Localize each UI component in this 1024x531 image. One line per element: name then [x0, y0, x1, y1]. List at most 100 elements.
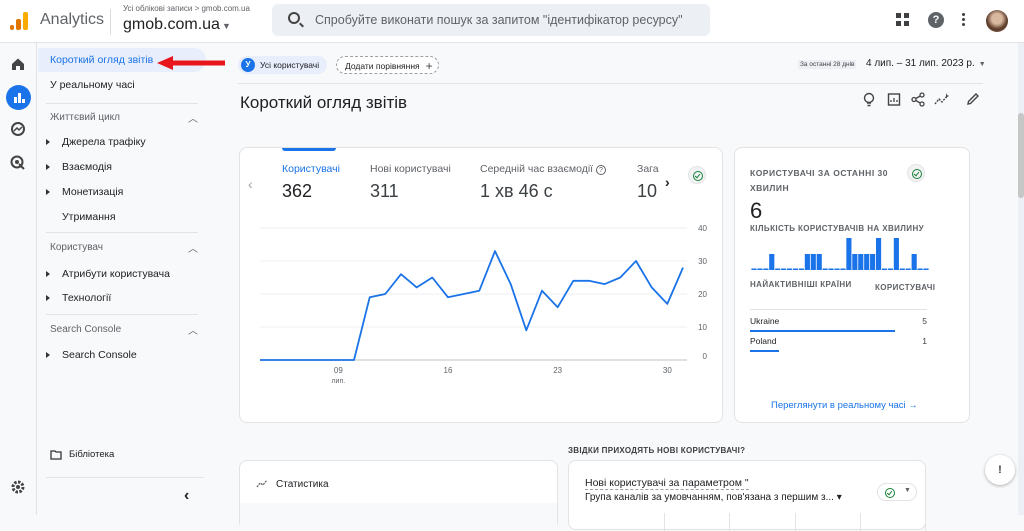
- insights-sparkline-icon[interactable]: [934, 92, 950, 109]
- country-users: 5: [922, 316, 927, 326]
- page-title: Короткий огляд звітів: [240, 93, 407, 113]
- edit-pencil-icon[interactable]: [966, 92, 980, 109]
- search-input[interactable]: Спробуйте виконати пошук за запитом "іде…: [272, 4, 710, 36]
- share-icon[interactable]: [911, 92, 925, 110]
- insights-lightbulb-icon[interactable]: [862, 92, 876, 111]
- metric-tab-avg-engagement[interactable]: Середній час взаємодії ? 1 хв 46 с: [480, 163, 606, 202]
- analytics-logo-icon[interactable]: [10, 12, 30, 30]
- group-title: Життєвий цикл: [50, 112, 120, 123]
- nav-group-search-console[interactable]: Search Console︿: [50, 324, 121, 335]
- more-vert-icon[interactable]: [962, 13, 966, 27]
- previous-metric-chevron-icon[interactable]: ‹: [248, 176, 253, 192]
- minute-bar: [900, 269, 905, 271]
- minute-bar: [864, 254, 869, 270]
- divider: [750, 309, 927, 310]
- minute-bar: [763, 269, 768, 271]
- share-bar: [750, 330, 895, 332]
- nav-group-user[interactable]: Користувач︿: [50, 242, 103, 253]
- sidebar: Короткий огляд звітів У реальному часі Ж…: [38, 43, 225, 515]
- account-selector[interactable]: gmob.com.ua▼: [123, 16, 231, 34]
- minute-bar: [858, 254, 863, 270]
- date-range-picker[interactable]: 4 лип. – 31 лип. 2023 р.▼: [866, 58, 986, 69]
- item-label: Технології: [62, 292, 111, 304]
- segment-letter-icon: У: [241, 58, 255, 72]
- item-label: Монетизація: [62, 186, 123, 198]
- settings-icon[interactable]: [9, 479, 27, 497]
- help-circle-icon[interactable]: ?: [596, 165, 606, 175]
- add-comparison-button[interactable]: Додати порівняння+: [336, 56, 439, 74]
- apps-grid-icon[interactable]: [896, 13, 910, 27]
- divider: [46, 232, 198, 233]
- chevron-up-icon: ︿: [188, 110, 198, 125]
- date-range-value: 4 лип. – 31 лип. 2023 р.: [866, 58, 975, 69]
- check-circle-icon[interactable]: [907, 164, 925, 182]
- per-minute-label: КІЛЬКІСТЬ КОРИСТУВАЧІВ НА ХВИЛИНУ: [750, 224, 924, 233]
- x-tick-label: 09: [334, 366, 343, 375]
- minute-bar: [906, 269, 911, 271]
- item-label: Бібліотека: [69, 449, 114, 460]
- view-realtime-link[interactable]: Переглянути в реальному часі →: [771, 400, 918, 411]
- grid-line: [925, 513, 926, 531]
- segment-chip[interactable]: УУсі користувачі: [238, 56, 327, 74]
- metric-label: Середній час взаємодії: [480, 163, 593, 175]
- caret-down-icon: ▼: [904, 487, 911, 494]
- sidebar-item-realtime[interactable]: У реальному часі: [38, 73, 223, 97]
- chevron-up-icon: ︿: [188, 240, 198, 255]
- customize-report-icon[interactable]: [887, 92, 902, 110]
- minute-bar: [817, 254, 822, 270]
- expand-triangle-icon: [46, 139, 50, 145]
- x-tick-sublabel: лип.: [331, 378, 345, 385]
- page-scrollbar[interactable]: [1018, 43, 1024, 515]
- insights-sparkline-icon: [256, 477, 270, 491]
- country-name: Poland: [750, 336, 776, 346]
- sources-heading: ЗВІДКИ ПРИХОДЯТЬ НОВІ КОРИСТУВАЧІ?: [568, 446, 745, 455]
- minute-bar: [912, 254, 917, 270]
- metric-tab-users[interactable]: Користувачі362: [282, 163, 340, 202]
- help-icon[interactable]: ?: [928, 12, 944, 28]
- country-row[interactable]: Poland1: [750, 336, 927, 346]
- users-overview-card: ‹ Користувачі362 Нові користувачі311 Сер…: [239, 147, 723, 423]
- minute-bar: [751, 269, 756, 271]
- metric-value: 362: [282, 181, 340, 202]
- col-header-users: КОРИСТУВАЧІ: [875, 280, 927, 295]
- minute-bar: [811, 254, 816, 270]
- metric-tab-total[interactable]: Зага10: [637, 163, 659, 202]
- top-bar: Analytics Усі облікові записи > gmob.com…: [0, 0, 1024, 43]
- minute-bar: [840, 269, 845, 271]
- folder-icon: [50, 450, 62, 463]
- avatar[interactable]: [986, 10, 1008, 32]
- realtime-card: КОРИСТУВАЧІ ЗА ОСТАННІ 30 ХВИЛИН 6 КІЛЬК…: [734, 147, 970, 423]
- breadcrumb[interactable]: Усі облікові записи > gmob.com.ua: [123, 4, 250, 13]
- dimension-selector[interactable]: Група каналів за умовчанням, пов'язана з…: [585, 492, 842, 503]
- check-circle-icon: [881, 484, 897, 500]
- home-icon[interactable]: [9, 56, 27, 74]
- country-name: Ukraine: [750, 316, 779, 326]
- minute-bar: [870, 254, 875, 270]
- minute-bar: [781, 269, 786, 271]
- metric-value: 1 хв 46 с: [480, 181, 606, 202]
- item-label: Search Console: [62, 349, 137, 361]
- next-metric-chevron-icon[interactable]: ›: [665, 174, 670, 190]
- app-name: Analytics: [40, 11, 104, 29]
- compare-check-dropdown[interactable]: ▼: [877, 483, 917, 501]
- source-card-title[interactable]: Нові користувачі за параметром ": [585, 477, 749, 490]
- plus-icon: +: [426, 57, 433, 75]
- country-row[interactable]: Ukraine 5: [750, 316, 927, 326]
- minute-bar: [888, 269, 893, 271]
- explore-icon[interactable]: [9, 121, 27, 139]
- scrollbar-thumb[interactable]: [1018, 113, 1024, 198]
- item-label: Утримання: [62, 211, 116, 223]
- advertising-icon[interactable]: [9, 155, 27, 173]
- feedback-icon[interactable]: !: [985, 455, 1015, 485]
- metric-tab-new-users[interactable]: Нові користувачі311: [370, 163, 451, 202]
- minute-bar: [805, 254, 810, 270]
- minute-bar: [829, 269, 834, 271]
- per-minute-bar-chart: [751, 236, 929, 270]
- check-circle-icon[interactable]: [688, 166, 706, 184]
- nav-group-lifecycle[interactable]: Життєвий цикл︿: [50, 112, 120, 123]
- collapse-sidebar-icon[interactable]: ‹: [184, 487, 189, 505]
- reports-icon[interactable]: [6, 85, 31, 110]
- minute-bar: [775, 269, 780, 271]
- divider: [46, 314, 198, 315]
- item-label: Взаємодія: [62, 161, 112, 173]
